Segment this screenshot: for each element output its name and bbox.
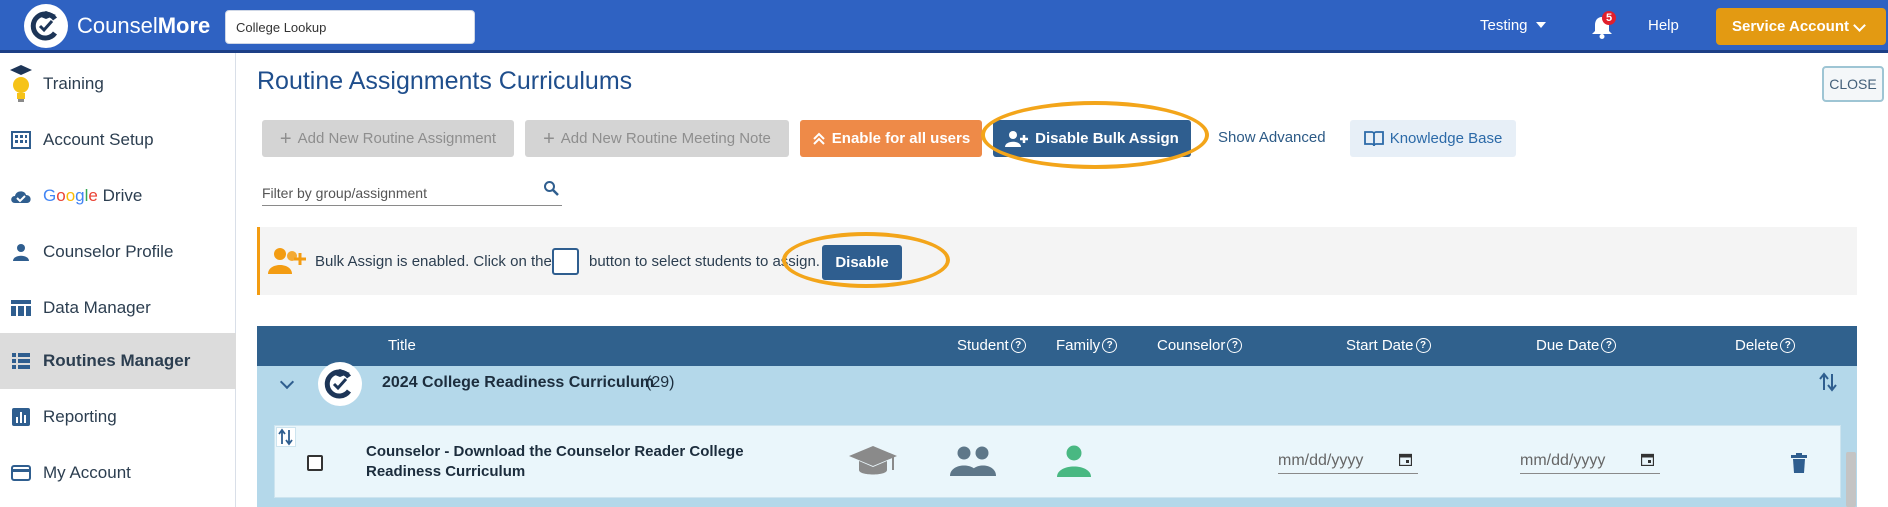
plus-icon: +	[543, 127, 555, 150]
sidebar-item-my-account[interactable]: My Account	[0, 445, 236, 501]
column-header-counselor[interactable]: Counselor?	[1157, 337, 1243, 354]
add-routine-meeting-note-button[interactable]: + Add New Routine Meeting Note	[525, 120, 789, 157]
calendar-icon[interactable]	[1399, 453, 1412, 466]
close-button[interactable]: CLOSE	[1822, 66, 1884, 102]
banner-text: button to select students to assign.	[589, 253, 820, 270]
column-header-title[interactable]: Title	[388, 337, 416, 354]
chevron-down-icon	[1853, 19, 1866, 32]
college-lookup-input[interactable]	[225, 10, 475, 44]
list-icon	[8, 353, 34, 369]
help-circle-icon[interactable]: ?	[1601, 338, 1617, 353]
counselmore-logo-icon	[318, 362, 362, 406]
column-header-family[interactable]: Family?	[1056, 337, 1118, 354]
sidebar-item-routines-manager[interactable]: Routines Manager	[0, 333, 236, 389]
sidebar-item-label: Drive	[102, 186, 143, 205]
book-icon	[1363, 130, 1384, 146]
page-title: Routine Assignments Curriculums	[257, 67, 633, 95]
sidebar-item-training[interactable]: Training	[0, 56, 236, 112]
user-plus-icon	[1005, 130, 1029, 147]
card-icon	[8, 465, 34, 481]
sidebar-item-reporting[interactable]: Reporting	[0, 389, 236, 445]
column-header-due-date[interactable]: Due Date?	[1536, 337, 1617, 354]
disable-bulk-assign-button[interactable]: Disable Bulk Assign	[993, 120, 1191, 157]
top-navbar: CounselMore Testing 5 Help Service Accou…	[0, 0, 1888, 53]
sidebar-item-label: Training	[43, 74, 104, 93]
user-menu-dropdown[interactable]: Testing	[1480, 17, 1546, 34]
row-title[interactable]: Counselor - Download the Counselor Reade…	[366, 442, 816, 482]
brand-name[interactable]: CounselMore	[77, 13, 210, 39]
help-circle-icon[interactable]: ?	[1010, 338, 1026, 353]
graduation-cap-icon[interactable]	[848, 444, 898, 478]
help-circle-icon[interactable]: ?	[1415, 338, 1431, 353]
sidebar-item-label: Account Setup	[43, 130, 154, 149]
person-icon	[8, 243, 34, 261]
caret-down-icon	[1535, 22, 1546, 28]
notification-badge: 5	[1602, 11, 1617, 25]
column-header-delete[interactable]: Delete?	[1735, 337, 1796, 354]
bar-chart-icon	[8, 408, 34, 426]
sidebar-item-label: My Account	[43, 463, 131, 482]
service-account-button[interactable]: Service Account	[1716, 8, 1886, 45]
filter-input[interactable]	[262, 180, 562, 206]
sidebar-item-label: Data Manager	[43, 298, 151, 317]
start-date-input[interactable]	[1278, 448, 1418, 474]
show-advanced-link[interactable]: Show Advanced	[1218, 129, 1326, 146]
column-header-start-date[interactable]: Start Date?	[1346, 337, 1431, 354]
plus-icon: +	[279, 127, 292, 150]
user-plus-icon	[268, 248, 306, 274]
add-routine-assignment-button[interactable]: + Add New Routine Assignment	[262, 120, 514, 157]
banner-text: Bulk Assign is enabled. Click on the	[315, 253, 552, 270]
cloud-check-icon	[8, 188, 34, 204]
sidebar-item-label: Routines Manager	[43, 351, 191, 370]
group-count: (29)	[646, 374, 675, 391]
help-link[interactable]: Help	[1648, 17, 1679, 34]
trash-icon[interactable]	[1791, 453, 1807, 473]
vertical-scrollbar[interactable]	[1846, 452, 1856, 507]
search-icon[interactable]	[543, 180, 559, 196]
due-date-input[interactable]	[1520, 448, 1660, 474]
sort-handle-icon[interactable]	[276, 427, 296, 447]
help-circle-icon[interactable]: ?	[1780, 338, 1796, 353]
enable-for-all-users-button[interactable]: Enable for all users	[800, 120, 982, 157]
sidebar-item-account-setup[interactable]: Account Setup	[0, 112, 236, 168]
banner-disable-button[interactable]: Disable	[822, 245, 902, 280]
group-title[interactable]: 2024 College Readiness Curriculum	[382, 374, 654, 392]
calendar-icon[interactable]	[1641, 453, 1654, 466]
counselor-person-icon[interactable]	[1057, 445, 1091, 477]
sidebar-item-data-manager[interactable]: Data Manager	[0, 280, 236, 336]
double-chevron-up-icon	[813, 132, 825, 145]
counselmore-logo-icon[interactable]	[24, 4, 68, 48]
checkbox-example-icon	[552, 248, 579, 275]
building-icon	[8, 131, 34, 149]
help-circle-icon[interactable]: ?	[1102, 338, 1118, 353]
sort-icon[interactable]	[1819, 372, 1837, 392]
sidebar-item-label: Reporting	[43, 407, 117, 426]
column-header-student[interactable]: Student?	[957, 337, 1026, 354]
table-icon	[8, 300, 34, 316]
row-checkbox[interactable]	[307, 455, 323, 471]
sidebar: Training Account Setup Google Drive Coun…	[0, 53, 236, 507]
sidebar-item-label: Counselor Profile	[43, 242, 174, 261]
sidebar-item-counselor-profile[interactable]: Counselor Profile	[0, 224, 236, 280]
knowledge-base-button[interactable]: Knowledge Base	[1350, 120, 1516, 157]
family-icon[interactable]	[950, 446, 996, 476]
sidebar-item-google-drive[interactable]: Google Drive	[0, 168, 236, 224]
sidebar-item-label-google: Google	[43, 186, 98, 205]
help-circle-icon[interactable]: ?	[1227, 338, 1243, 353]
graduation-bulb-icon	[8, 64, 34, 104]
